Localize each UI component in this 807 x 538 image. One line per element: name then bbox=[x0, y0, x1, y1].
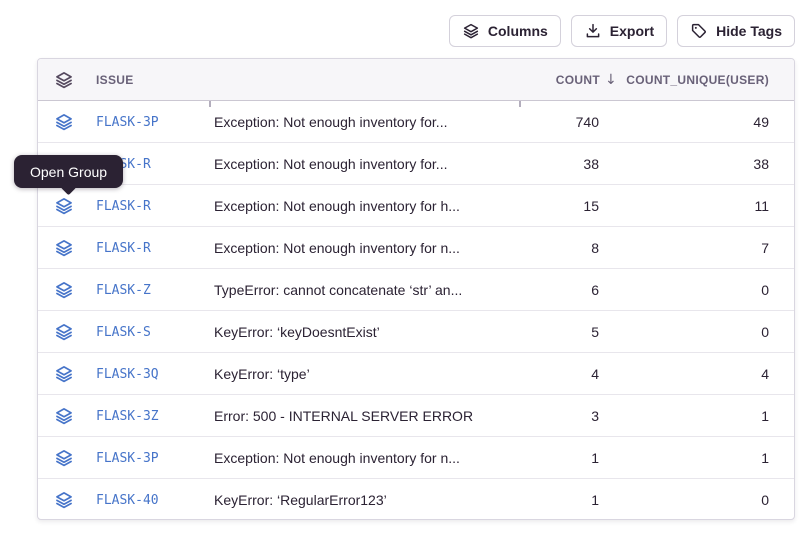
issue-id-link[interactable]: FLASK-R bbox=[96, 199, 151, 214]
count-unique-value: 0 bbox=[617, 492, 794, 508]
issue-title: Exception: Not enough inventory for... bbox=[198, 156, 497, 172]
issue-id-link[interactable]: FLASK-3P bbox=[96, 451, 159, 466]
open-group-icon[interactable] bbox=[38, 112, 90, 132]
issue-id-cell: FLASK-40 bbox=[90, 491, 198, 509]
table-body: FLASK-3P Exception: Not enough inventory… bbox=[38, 101, 794, 521]
export-button[interactable]: Export bbox=[571, 15, 667, 47]
issue-id-link[interactable]: FLASK-3Z bbox=[96, 409, 159, 424]
issue-title: Exception: Not enough inventory for h... bbox=[198, 198, 497, 214]
issue-id-link[interactable]: FLASK-Z bbox=[96, 283, 151, 298]
columns-button-label: Columns bbox=[488, 23, 548, 39]
tag-icon bbox=[690, 22, 708, 40]
hide-tags-button-label: Hide Tags bbox=[716, 23, 782, 39]
count-unique-value: 1 bbox=[617, 450, 794, 466]
table-row: FLASK-R Exception: Not enough inventory … bbox=[38, 143, 794, 185]
count-value: 1 bbox=[497, 492, 617, 508]
count-value: 4 bbox=[497, 366, 617, 382]
issue-id-cell: FLASK-Z bbox=[90, 281, 198, 299]
issue-title: TypeError: cannot concatenate ‘str’ an..… bbox=[198, 282, 497, 298]
count-value: 38 bbox=[497, 156, 617, 172]
table-toolbar: Columns Export Hide Tags bbox=[449, 15, 795, 47]
count-value: 6 bbox=[497, 282, 617, 298]
open-group-icon[interactable] bbox=[38, 364, 90, 384]
count-value: 5 bbox=[497, 324, 617, 340]
issue-id-cell: FLASK-3Q bbox=[90, 365, 198, 383]
table-row: FLASK-Z TypeError: cannot concatenate ‘s… bbox=[38, 269, 794, 311]
count-unique-value: 0 bbox=[617, 324, 794, 340]
issue-id-cell: FLASK-3Z bbox=[90, 407, 198, 425]
issue-id-cell: FLASK-R bbox=[90, 239, 198, 257]
table-row: FLASK-3Z Error: 500 - INTERNAL SERVER ER… bbox=[38, 395, 794, 437]
results-table: ISSUE COUNT ↓ COUNT_UNIQUE(USER) FLASK-3… bbox=[37, 58, 795, 520]
table-header-row: ISSUE COUNT ↓ COUNT_UNIQUE(USER) bbox=[38, 59, 794, 101]
issue-title: KeyError: ‘keyDoesntExist’ bbox=[198, 324, 497, 340]
issue-id-link[interactable]: FLASK-3P bbox=[96, 115, 159, 130]
issue-id-cell: FLASK-R bbox=[90, 197, 198, 215]
issue-id-link[interactable]: FLASK-R bbox=[96, 241, 151, 256]
count-unique-value: 0 bbox=[617, 282, 794, 298]
table-row: FLASK-R Exception: Not enough inventory … bbox=[38, 227, 794, 269]
issue-id-cell: FLASK-S bbox=[90, 323, 198, 341]
count-unique-value: 38 bbox=[617, 156, 794, 172]
export-button-label: Export bbox=[610, 23, 654, 39]
issue-id-cell: FLASK-3P bbox=[90, 449, 198, 467]
count-unique-value: 7 bbox=[617, 240, 794, 256]
column-resize-handle[interactable] bbox=[209, 101, 211, 107]
count-value: 740 bbox=[497, 114, 617, 130]
issue-title: KeyError: ‘RegularError123’ bbox=[198, 492, 497, 508]
tooltip-label: Open Group bbox=[30, 164, 107, 180]
issue-title: KeyError: ‘type’ bbox=[198, 366, 497, 382]
open-group-icon[interactable] bbox=[38, 196, 90, 216]
issue-title: Exception: Not enough inventory for... bbox=[198, 114, 497, 130]
table-row: FLASK-3P Exception: Not enough inventory… bbox=[38, 437, 794, 479]
count-value: 1 bbox=[497, 450, 617, 466]
discover-results-panel: Columns Export Hide Tags ISSUE COUNT ↓ bbox=[0, 0, 807, 538]
table-row: FLASK-S KeyError: ‘keyDoesntExist’ 5 0 bbox=[38, 311, 794, 353]
column-header-count[interactable]: COUNT ↓ bbox=[497, 72, 617, 88]
count-unique-value: 4 bbox=[617, 366, 794, 382]
column-header-issue[interactable]: ISSUE bbox=[90, 73, 198, 87]
issue-id-link[interactable]: FLASK-40 bbox=[96, 493, 159, 508]
issue-title: Error: 500 - INTERNAL SERVER ERROR bbox=[198, 408, 497, 424]
open-group-icon[interactable] bbox=[38, 280, 90, 300]
issue-id-cell: FLASK-3P bbox=[90, 113, 198, 131]
count-unique-value: 1 bbox=[617, 408, 794, 424]
count-unique-value: 11 bbox=[617, 198, 794, 214]
count-value: 3 bbox=[497, 408, 617, 424]
sort-desc-icon[interactable]: ↓ bbox=[605, 72, 617, 88]
issue-id-link[interactable]: FLASK-3Q bbox=[96, 367, 159, 382]
open-group-icon[interactable] bbox=[38, 322, 90, 342]
column-header-count-unique[interactable]: COUNT_UNIQUE(USER) bbox=[617, 73, 794, 87]
download-icon bbox=[584, 22, 602, 40]
layers-icon bbox=[462, 22, 480, 40]
open-group-icon[interactable] bbox=[38, 490, 90, 510]
hide-tags-button[interactable]: Hide Tags bbox=[677, 15, 795, 47]
open-group-tooltip: Open Group bbox=[14, 155, 123, 188]
columns-button[interactable]: Columns bbox=[449, 15, 561, 47]
issue-title: Exception: Not enough inventory for n... bbox=[198, 450, 497, 466]
issue-title: Exception: Not enough inventory for n... bbox=[198, 240, 497, 256]
open-group-icon[interactable] bbox=[38, 448, 90, 468]
count-unique-value: 49 bbox=[617, 114, 794, 130]
issue-id-link[interactable]: FLASK-S bbox=[96, 325, 151, 340]
count-value: 8 bbox=[497, 240, 617, 256]
count-value: 15 bbox=[497, 198, 617, 214]
table-row: FLASK-3P Exception: Not enough inventory… bbox=[38, 101, 794, 143]
open-group-icon[interactable] bbox=[38, 406, 90, 426]
open-group-icon[interactable] bbox=[38, 238, 90, 258]
issue-stack-icon bbox=[38, 70, 90, 90]
table-row: FLASK-R Exception: Not enough inventory … bbox=[38, 185, 794, 227]
table-row: FLASK-3Q KeyError: ‘type’ 4 4 bbox=[38, 353, 794, 395]
count-header-label: COUNT bbox=[556, 73, 600, 87]
column-resize-handle[interactable] bbox=[519, 101, 521, 107]
table-row: FLASK-40 KeyError: ‘RegularError123’ 1 0 bbox=[38, 479, 794, 521]
